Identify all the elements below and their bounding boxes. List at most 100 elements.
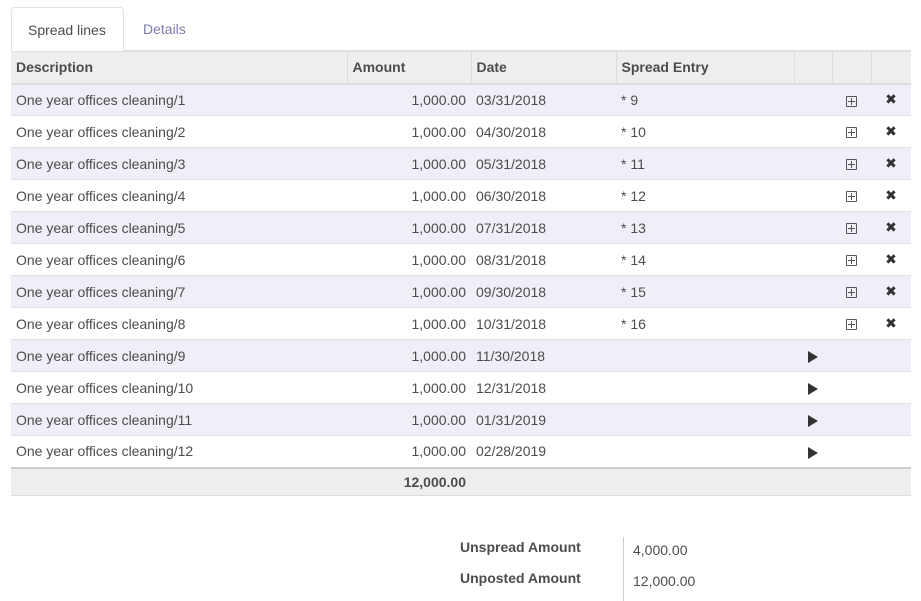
row-action-cell	[794, 179, 832, 212]
plus-square-icon[interactable]	[846, 159, 857, 171]
row-description[interactable]: One year offices cleaning/2	[11, 115, 347, 148]
table-row[interactable]: One year offices cleaning/10 1,000.00 12/3…	[11, 371, 911, 404]
row-date[interactable]: 03/31/2018	[471, 83, 616, 116]
row-open-cell	[832, 115, 871, 148]
amount-summary: Unspread Amount 4,000.00 Unposted Amount…	[460, 533, 760, 601]
play-icon[interactable]	[808, 414, 818, 427]
row-date[interactable]: 12/31/2018	[471, 371, 616, 404]
row-spread-entry[interactable]: * 12	[616, 179, 794, 212]
column-header-description[interactable]: Description	[11, 51, 348, 85]
tab-spread-lines[interactable]: Spread lines	[11, 7, 124, 51]
row-amount[interactable]: 1,000.00	[347, 403, 471, 436]
row-open-cell	[832, 83, 871, 116]
close-icon[interactable]: ✖	[885, 219, 897, 235]
row-spread-entry[interactable]	[616, 371, 794, 404]
table-row[interactable]: One year offices cleaning/2 1,000.00 04/30…	[11, 115, 911, 148]
row-date[interactable]: 06/30/2018	[471, 179, 616, 212]
row-date[interactable]: 01/31/2019	[471, 403, 616, 436]
table-row[interactable]: One year offices cleaning/4 1,000.00 06/30…	[11, 179, 911, 212]
plus-square-icon[interactable]	[846, 95, 857, 107]
column-header-action	[794, 51, 833, 85]
row-date[interactable]: 11/30/2018	[471, 339, 616, 372]
row-date[interactable]: 05/31/2018	[471, 147, 616, 180]
play-icon[interactable]	[808, 446, 818, 459]
row-amount[interactable]: 1,000.00	[347, 307, 471, 340]
unspread-amount-label: Unspread Amount	[460, 539, 581, 555]
plus-square-icon[interactable]	[846, 319, 857, 331]
row-spread-entry[interactable]: * 15	[616, 275, 794, 308]
play-icon[interactable]	[808, 350, 818, 363]
plus-square-icon[interactable]	[846, 191, 857, 203]
row-spread-entry[interactable]: * 13	[616, 211, 794, 244]
row-description[interactable]: One year offices cleaning/1	[11, 83, 347, 116]
unspread-amount-value: 4,000.00	[633, 542, 688, 558]
row-action-cell	[794, 243, 832, 276]
row-delete-cell: ✖	[871, 115, 911, 148]
row-description[interactable]: One year offices cleaning/9	[11, 339, 347, 372]
table-row[interactable]: One year offices cleaning/11 1,000.00 01/3…	[11, 403, 911, 436]
row-amount[interactable]: 1,000.00	[347, 275, 471, 308]
row-open-cell	[832, 403, 871, 436]
row-date[interactable]: 10/31/2018	[471, 307, 616, 340]
row-description[interactable]: One year offices cleaning/12	[11, 435, 347, 468]
close-icon[interactable]: ✖	[885, 251, 897, 267]
row-description[interactable]: One year offices cleaning/3	[11, 147, 347, 180]
row-date[interactable]: 07/31/2018	[471, 211, 616, 244]
row-spread-entry[interactable]	[616, 435, 794, 468]
close-icon[interactable]: ✖	[885, 283, 897, 299]
column-header-date[interactable]: Date	[471, 51, 617, 85]
row-spread-entry[interactable]	[616, 339, 794, 372]
column-header-open	[832, 51, 872, 85]
table-row[interactable]: One year offices cleaning/8 1,000.00 10/31…	[11, 307, 911, 340]
table-row[interactable]: One year offices cleaning/7 1,000.00 09/30…	[11, 275, 911, 308]
row-spread-entry[interactable]: * 16	[616, 307, 794, 340]
table-row[interactable]: One year offices cleaning/6 1,000.00 08/31…	[11, 243, 911, 276]
row-date[interactable]: 08/31/2018	[471, 243, 616, 276]
row-spread-entry[interactable]: * 14	[616, 243, 794, 276]
row-amount[interactable]: 1,000.00	[347, 83, 471, 116]
row-description[interactable]: One year offices cleaning/8	[11, 307, 347, 340]
row-action-cell	[794, 147, 832, 180]
row-amount[interactable]: 1,000.00	[347, 339, 471, 372]
row-description[interactable]: One year offices cleaning/11	[11, 403, 347, 436]
table-row[interactable]: One year offices cleaning/9 1,000.00 11/30…	[11, 339, 911, 372]
row-spread-entry[interactable]: * 10	[616, 115, 794, 148]
row-amount[interactable]: 1,000.00	[347, 179, 471, 212]
play-icon[interactable]	[808, 382, 818, 395]
row-amount[interactable]: 1,000.00	[347, 147, 471, 180]
table-row[interactable]: One year offices cleaning/5 1,000.00 07/31…	[11, 211, 911, 244]
table-row[interactable]: One year offices cleaning/1 1,000.00 03/31…	[11, 83, 911, 116]
row-description[interactable]: One year offices cleaning/6	[11, 243, 347, 276]
row-open-cell	[832, 371, 871, 404]
column-header-amount[interactable]: Amount	[347, 51, 472, 85]
row-date[interactable]: 04/30/2018	[471, 115, 616, 148]
row-spread-entry[interactable]: * 9	[616, 83, 794, 116]
row-amount[interactable]: 1,000.00	[347, 435, 471, 468]
close-icon[interactable]: ✖	[885, 187, 897, 203]
plus-square-icon[interactable]	[846, 287, 857, 299]
row-spread-entry[interactable]: * 11	[616, 147, 794, 180]
close-icon[interactable]: ✖	[885, 123, 897, 139]
table-row[interactable]: One year offices cleaning/3 1,000.00 05/31…	[11, 147, 911, 180]
column-header-spread-entry[interactable]: Spread Entry	[616, 51, 795, 85]
row-description[interactable]: One year offices cleaning/7	[11, 275, 347, 308]
close-icon[interactable]: ✖	[885, 155, 897, 171]
table-row[interactable]: One year offices cleaning/12 1,000.00 02/2…	[11, 435, 911, 468]
row-amount[interactable]: 1,000.00	[347, 371, 471, 404]
row-spread-entry[interactable]	[616, 403, 794, 436]
unposted-amount-row: Unposted Amount 12,000.00	[460, 564, 760, 595]
row-amount[interactable]: 1,000.00	[347, 115, 471, 148]
tab-details[interactable]: Details	[127, 7, 202, 51]
row-amount[interactable]: 1,000.00	[347, 243, 471, 276]
close-icon[interactable]: ✖	[885, 315, 897, 331]
row-description[interactable]: One year offices cleaning/5	[11, 211, 347, 244]
plus-square-icon[interactable]	[846, 255, 857, 267]
row-amount[interactable]: 1,000.00	[347, 211, 471, 244]
plus-square-icon[interactable]	[846, 223, 857, 235]
row-date[interactable]: 09/30/2018	[471, 275, 616, 308]
row-description[interactable]: One year offices cleaning/10	[11, 371, 347, 404]
close-icon[interactable]: ✖	[885, 91, 897, 107]
row-description[interactable]: One year offices cleaning/4	[11, 179, 347, 212]
plus-square-icon[interactable]	[846, 127, 857, 139]
row-date[interactable]: 02/28/2019	[471, 435, 616, 468]
